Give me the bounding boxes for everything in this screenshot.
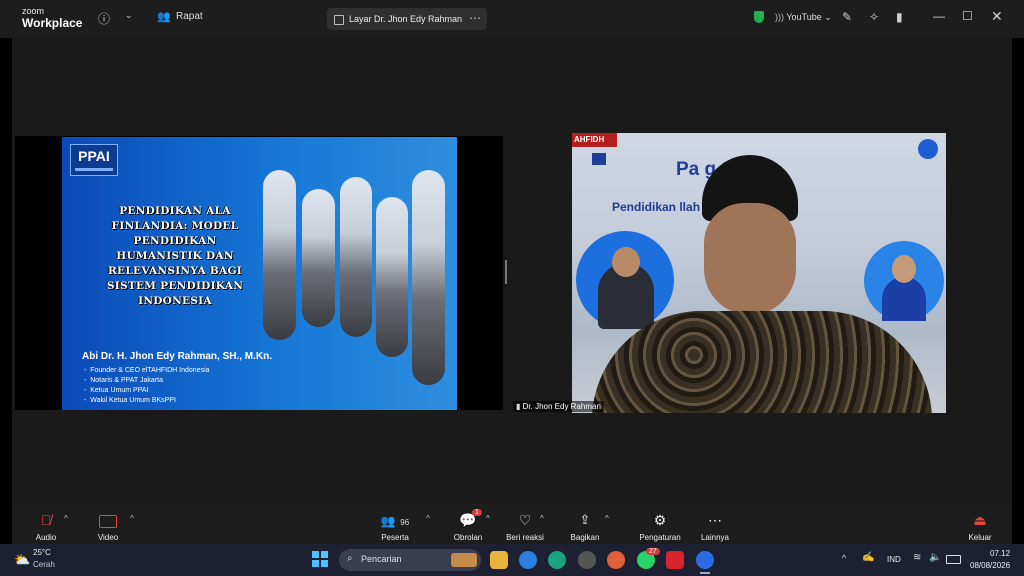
tray-chevron-icon[interactable]: ^	[842, 553, 846, 563]
firefox-icon[interactable]	[607, 551, 625, 569]
muted-mic-icon: 🎙̸	[40, 512, 52, 528]
broadcast-icon: )))	[775, 12, 787, 22]
search-highlight-image	[451, 553, 477, 567]
more-options-icon[interactable]: ⋯	[469, 11, 481, 25]
app-icon[interactable]	[578, 551, 596, 569]
slide-role: - Ketua Umum PPAI	[84, 387, 149, 394]
youtube-stream-button[interactable]: ))) YouTube ⌄	[775, 12, 832, 23]
photo-pill	[302, 189, 335, 327]
title-bar: zoom Workplace ⓘ ⌄ 👥 Rapat Layar Dr. Jho…	[0, 0, 1024, 38]
windows-start-icon[interactable]	[312, 551, 328, 567]
pencil-annotate-icon[interactable]: ✎	[842, 10, 852, 24]
avatar	[918, 139, 938, 159]
heart-icon: ♡	[518, 512, 532, 528]
speaker-name-tag: ▮ Dr. Jhon Edy Rahman	[513, 401, 604, 412]
participants-options-caret[interactable]: ^	[426, 514, 430, 523]
maximize-icon[interactable]: ☐	[962, 9, 973, 23]
audio-button[interactable]: 🎙̸ Audio	[14, 504, 78, 542]
chat-button[interactable]: 💬 1 Obrolan	[436, 504, 500, 542]
language-indicator[interactable]: IND	[887, 555, 901, 564]
speaker-video[interactable]: AHFIDH Pa g Series Pendidikan llah SAW d…	[572, 133, 946, 413]
poster-corner-badge: AHFIDH	[572, 133, 617, 147]
minimize-icon[interactable]: —	[933, 9, 945, 23]
leave-icon: ⏏	[973, 512, 987, 528]
share-options-caret[interactable]: ^	[605, 514, 609, 523]
guest-photo-circle	[864, 241, 944, 321]
wifi-icon[interactable]: ≋	[913, 552, 921, 563]
battery-icon[interactable]	[946, 555, 961, 564]
photo-pill	[263, 170, 296, 340]
more-button[interactable]: ⋯ Lainnya	[683, 504, 747, 542]
screen-icon	[334, 15, 344, 25]
resize-handle[interactable]	[505, 260, 507, 284]
people-icon: 👥	[157, 11, 171, 23]
zoom-app-icon[interactable]	[696, 551, 714, 569]
edge-icon[interactable]	[548, 551, 566, 569]
clock-date[interactable]: 08/08/2026	[970, 561, 1010, 570]
side-panel-icon[interactable]: ▮	[896, 10, 903, 24]
audio-options-caret[interactable]: ^	[64, 514, 68, 523]
ppai-mini-logo	[592, 153, 606, 165]
taskbar-search[interactable]: ⌕ Pencarian	[339, 549, 481, 571]
guest-photo-circle	[576, 231, 674, 329]
close-icon[interactable]: ✕	[991, 8, 1003, 25]
slide-role: - Notaris & PPAT Jakarta	[84, 377, 163, 384]
browser-icon[interactable]	[519, 551, 537, 569]
chat-options-caret[interactable]: ^	[486, 514, 490, 523]
chat-icon: 💬	[459, 512, 477, 528]
search-icon: ⌕	[347, 553, 353, 564]
more-icon: ⋯	[708, 512, 722, 528]
active-app-indicator	[700, 572, 710, 574]
photo-pill	[376, 197, 408, 357]
clock-time[interactable]: 07.12	[990, 549, 1010, 558]
slide-role: - Founder & CEO elTAHFIDH Indonesia	[84, 367, 210, 374]
react-button[interactable]: ♡ Beri reaksi	[493, 504, 557, 542]
weather-desc[interactable]: Cerah	[33, 560, 55, 569]
pen-tray-icon[interactable]: ✍	[862, 552, 874, 563]
zoom-logo: zoom Workplace	[22, 6, 83, 30]
video-button[interactable]: Video	[76, 504, 140, 542]
info-icon[interactable]: ⓘ	[98, 10, 110, 27]
volume-icon[interactable]: 🔈	[929, 552, 941, 563]
weather-temp[interactable]: 25°C	[33, 548, 51, 557]
participants-button[interactable]: 👥 96 Peserta	[363, 504, 427, 542]
photo-pill	[412, 170, 445, 385]
react-options-caret[interactable]: ^	[540, 514, 544, 523]
slide-author: Abi Dr. H. Jhon Edy Rahman, SH., M.Kn.	[82, 351, 273, 362]
leave-button[interactable]: ⏏ Keluar	[948, 504, 1012, 542]
ppai-logo: PPAI	[70, 144, 118, 176]
shield-icon[interactable]	[754, 11, 764, 23]
slide-title: PENDIDIKAN ALA FINLANDIA: MODEL PENDIDIK…	[106, 205, 244, 307]
participants-icon: 👥	[380, 514, 396, 528]
chevron-down-icon[interactable]: ⌄	[125, 10, 133, 21]
photo-pill	[340, 177, 372, 337]
tab-shared-screen[interactable]: Layar Dr. Jhon Edy Rahman ⋯	[327, 8, 487, 30]
speaker-face	[704, 203, 796, 315]
video-options-caret[interactable]: ^	[130, 514, 134, 523]
sparkle-icon[interactable]: ✧	[869, 10, 879, 24]
meeting-toolbar: 🎙̸ Audio ^ Video ^ 👥 96 Peserta ^ 💬 1 Ob…	[12, 504, 1012, 544]
presentation-slide: PPAI PENDIDIKAN ALA FINLANDIA: MODEL PEN…	[62, 137, 457, 410]
share-button[interactable]: ⇪ Bagikan	[553, 504, 617, 542]
tab-rapat[interactable]: Rapat	[176, 11, 203, 22]
whatsapp-badge: 27	[646, 548, 660, 555]
weather-icon[interactable]: ⛅	[14, 552, 30, 568]
file-explorer-icon[interactable]	[490, 551, 508, 569]
chat-badge: 1	[472, 509, 482, 516]
signal-icon: ▮	[516, 402, 521, 411]
wps-office-icon[interactable]	[666, 551, 684, 569]
slide-role: - Wakil Ketua Umum BKsPPI	[84, 397, 176, 404]
